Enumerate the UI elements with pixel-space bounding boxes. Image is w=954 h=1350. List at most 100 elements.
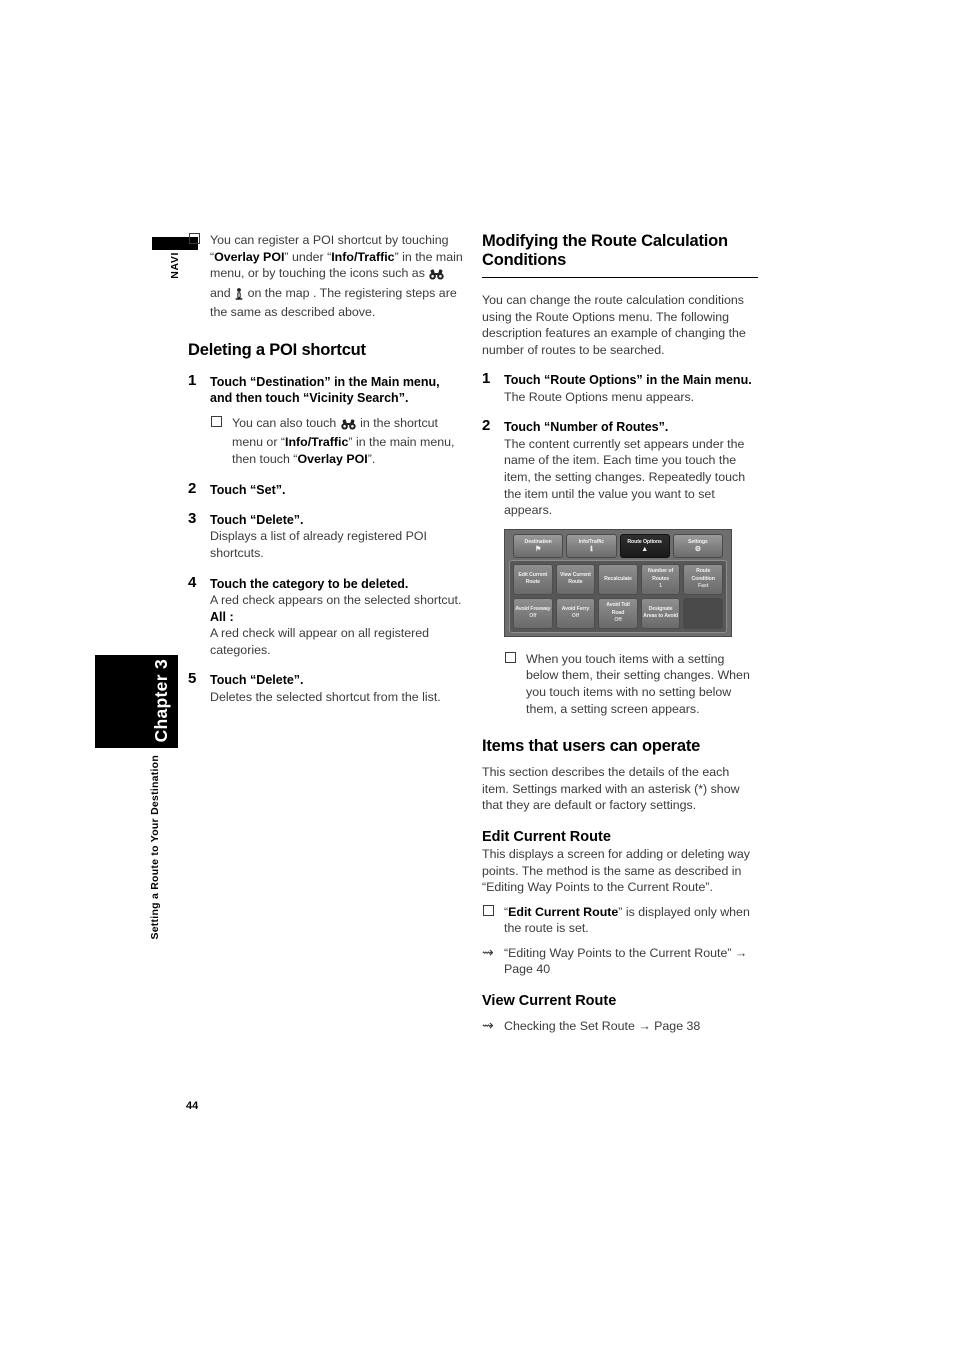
heading-deleting-poi-shortcut: Deleting a POI shortcut (188, 340, 366, 359)
note-text: You can register a POI shortcut by touch… (210, 233, 463, 320)
step-4-title: Touch the category to be deleted. (210, 576, 409, 591)
xref-editing-way-points[interactable]: ⇝ “Editing Way Points to the Current Rou… (482, 943, 758, 978)
step-5-description: Deletes the selected shortcut from the l… (210, 689, 441, 704)
right-column: Modifying the Route Calculation Conditio… (482, 232, 758, 1035)
device-tab-settings[interactable]: Settings ⚙ (672, 533, 723, 558)
device-tab-label: Settings (688, 538, 708, 545)
note-bullet-icon (505, 651, 516, 663)
device-tab-bar: Destination ⚑ Info/Traffic ℹ Route Optio… (509, 533, 727, 558)
binoculars-icon (341, 418, 356, 435)
note-bullet-icon (483, 904, 494, 916)
note-text: You can also touch in the shortcut menu … (232, 415, 455, 466)
info-person-icon (235, 287, 243, 305)
step-5: 5 Touch “Delete”. Deletes the selected s… (188, 670, 464, 705)
step-4-all-label: All : (210, 609, 234, 624)
note-text: When you touch items with a setting belo… (526, 651, 750, 716)
route-step-2-number: 2 (482, 417, 491, 435)
note-register-poi-shortcut: You can register a POI shortcut by touch… (188, 232, 464, 321)
device-tab-destination[interactable]: Destination ⚑ (513, 533, 564, 558)
xref-arrow-icon: ⇝ (482, 943, 494, 960)
note-bullet-icon (189, 233, 200, 244)
note-bullet-icon (211, 415, 222, 427)
device-button-value: Off (529, 613, 537, 620)
route-step-1: 1 Touch “Route Options” in the Main menu… (482, 370, 758, 405)
route-icon: ▲ (641, 546, 649, 553)
device-button-label: Avoid Toll Road (606, 602, 630, 616)
chapter-tab: Chapter 3 (95, 655, 178, 748)
route-step-1-description: The Route Options menu appears. (504, 389, 695, 404)
device-button-empty-slot (683, 597, 723, 629)
note-text: “Edit Current Route” is displayed only w… (504, 904, 750, 936)
note-setting-behaviour: When you touch items with a setting belo… (504, 651, 758, 717)
device-button-label: Number of Routes (648, 568, 674, 582)
device-button-designate-areas-to-avoid[interactable]: Designate Areas to Avoid (640, 597, 681, 629)
heading-modifying-route-calculation-conditions: Modifying the Route Calculation Conditio… (482, 232, 758, 278)
note-edit-current-route-availability: “Edit Current Route” is displayed only w… (482, 904, 758, 937)
device-tab-info-traffic[interactable]: Info/Traffic ℹ (566, 533, 617, 558)
subheading-view-current-route: View Current Route (482, 993, 617, 1010)
chapter-subtitle: Setting a Route to Your Destination (149, 755, 161, 955)
chapter-tab-label: Chapter 3 (150, 658, 171, 742)
step-3-title: Touch “Delete”. (210, 512, 304, 527)
device-tab-label: Destination (524, 538, 552, 545)
step-3-number: 3 (188, 509, 197, 527)
xref-checking-set-route[interactable]: ⇝ Checking the Set Route → Page 38 (482, 1017, 758, 1035)
device-tab-label: Info/Traffic (578, 538, 605, 545)
device-button-label: Avoid Freeway (515, 606, 551, 613)
device-option-grid: Edit Current Route View Current Route Re… (509, 559, 727, 633)
route-step-2-title: Touch “Number of Routes”. (504, 420, 669, 435)
note-emphasis: Edit Current Route (508, 904, 619, 919)
step-1-title: Touch “Destination” in the Main menu, an… (210, 374, 440, 406)
device-button-avoid-ferry[interactable]: Avoid Ferry Off (555, 597, 596, 629)
device-button-edit-current-route[interactable]: Edit Current Route (513, 563, 553, 595)
step-4: 4 Touch the category to be deleted. A re… (188, 573, 464, 659)
navi-label-text: NAVI (168, 252, 181, 279)
step-1-number: 1 (188, 371, 197, 389)
step-2: 2 Touch “Set”. (188, 480, 464, 498)
intro-paragraph: You can change the route calculation con… (482, 293, 746, 357)
device-button-label: View Current Route (560, 572, 591, 586)
route-options-screen-figure: Destination ⚑ Info/Traffic ℹ Route Optio… (504, 528, 732, 637)
device-button-label: Designate Areas to Avoid (643, 606, 678, 620)
note-shortcut-menu: You can also touch in the shortcut menu … (210, 415, 464, 468)
device-button-label: Avoid Ferry (561, 606, 590, 613)
step-1: 1 Touch “Destination” in the Main menu, … (188, 371, 464, 468)
xref-text: “Editing Way Points to the Current Route… (504, 945, 748, 977)
device-option-row: Edit Current Route View Current Route Re… (513, 563, 723, 595)
route-step-2: 2 Touch “Number of Routes”. The content … (482, 417, 758, 717)
step-2-title: Touch “Set”. (210, 482, 286, 497)
info-icon: ℹ (590, 546, 593, 553)
device-tab-route-options[interactable]: Route Options ▲ (619, 533, 670, 558)
device-button-avoid-toll-road[interactable]: Avoid Toll Road Off (598, 597, 638, 629)
step-5-title: Touch “Delete”. (210, 673, 304, 688)
device-tab-label: Route Options (627, 538, 662, 545)
device-button-label: Recalculate (604, 575, 632, 582)
chapter-subtitle-text: Setting a Route to Your Destination (149, 755, 161, 940)
page-number: 44 (186, 1100, 199, 1112)
heading-items-that-users-can-operate: Items that users can operate (482, 737, 701, 756)
device-button-number-of-routes[interactable]: Number of Routes 1 (640, 563, 681, 595)
device-button-view-current-route[interactable]: View Current Route (555, 563, 596, 595)
subheading-edit-current-route: Edit Current Route (482, 828, 611, 845)
items-intro-paragraph: This section describes the details of th… (482, 765, 740, 813)
device-button-label: Route Condition (691, 568, 715, 582)
device-button-value: 1 (659, 582, 662, 589)
edit-current-route-body: This displays a screen for adding or del… (482, 846, 750, 895)
route-step-2-description: The content currently set appears under … (504, 436, 746, 518)
device-button-recalculate[interactable]: Recalculate (598, 563, 638, 595)
route-step-1-number: 1 (482, 370, 491, 388)
step-4-number: 4 (188, 573, 197, 591)
step-3: 3 Touch “Delete”. Displays a list of alr… (188, 509, 464, 562)
route-step-1-title: Touch “Route Options” in the Main menu. (504, 373, 752, 388)
device-option-row: Avoid Freeway Off Avoid Ferry Off Avoid … (513, 597, 723, 629)
step-3-description: Displays a list of already registered PO… (210, 529, 427, 560)
left-column: You can register a POI shortcut by touch… (188, 232, 464, 705)
gear-icon: ⚙ (694, 546, 701, 553)
device-button-value: Off (614, 616, 622, 623)
xref-arrow-icon: ⇝ (482, 1017, 494, 1034)
device-button-avoid-freeway[interactable]: Avoid Freeway Off (513, 597, 553, 629)
flag-icon: ⚑ (535, 546, 542, 553)
device-button-route-condition[interactable]: Route Condition Fast (683, 563, 723, 595)
xref-text: Checking the Set Route → Page 38 (504, 1019, 701, 1034)
step-5-number: 5 (188, 670, 197, 688)
